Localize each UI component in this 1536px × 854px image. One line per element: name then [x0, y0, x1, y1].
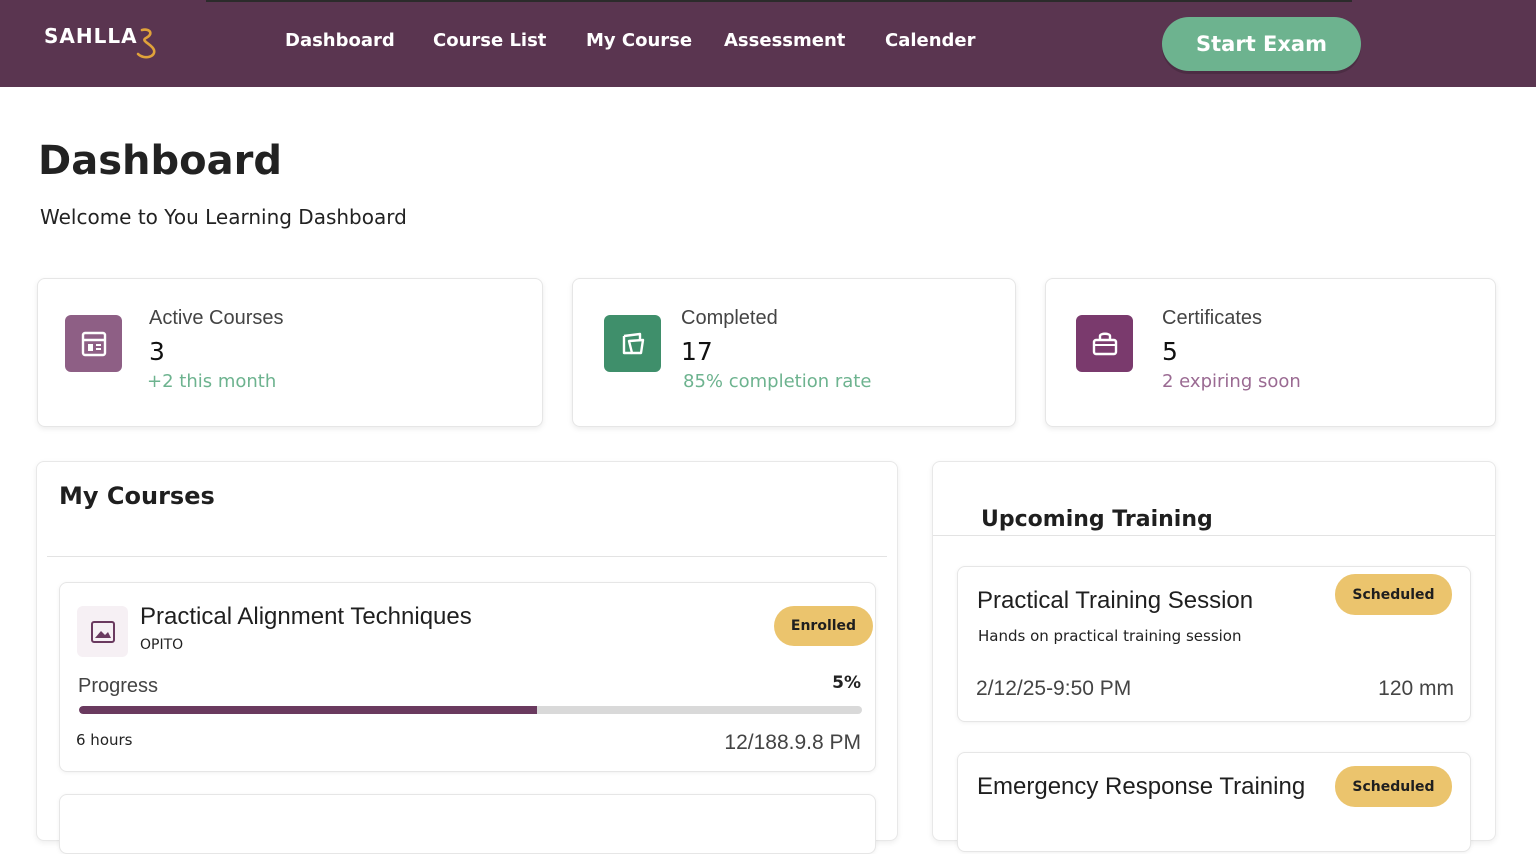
stat-sub: 85% completion rate	[683, 371, 872, 392]
nav-assessment[interactable]: Assessment	[724, 30, 845, 51]
progress-bar	[79, 706, 862, 714]
stat-value: 5	[1162, 337, 1178, 366]
stat-card-completed[interactable]: Completed 17 85% completion rate	[572, 278, 1016, 427]
course-provider: OPITO	[140, 637, 184, 653]
nav-dashboard[interactable]: Dashboard	[285, 30, 395, 51]
book-check-icon	[604, 315, 661, 372]
training-title[interactable]: Emergency Response Training	[977, 773, 1305, 801]
course-duration: 6 hours	[76, 731, 133, 749]
upcoming-training-panel: Upcoming Training Practical Training Ses…	[932, 461, 1496, 852]
calendar-icon	[65, 315, 122, 372]
top-navbar: SAHLLA Dashboard Course List My Course A…	[0, 0, 1536, 87]
page-title: Dashboard	[38, 138, 282, 184]
progress-percent: 5%	[832, 673, 861, 693]
training-title[interactable]: Practical Training Session	[977, 587, 1253, 615]
start-exam-button[interactable]: Start Exam	[1162, 17, 1361, 71]
stat-sub: 2 expiring soon	[1162, 371, 1301, 392]
training-card[interactable]: Emergency Response Training Scheduled	[957, 752, 1471, 852]
training-duration: 120 mm	[1378, 677, 1454, 700]
stat-label: Certificates	[1162, 307, 1263, 329]
stat-label: Active Courses	[149, 307, 284, 329]
nav-my-course[interactable]: My Course	[586, 30, 692, 51]
stat-card-certificates[interactable]: Certificates 5 2 expiring soon	[1045, 278, 1496, 427]
brand-logo[interactable]: SAHLLA	[44, 24, 158, 64]
nav-calender[interactable]: Calender	[885, 30, 976, 51]
course-date: 12/188.9.8 PM	[724, 731, 861, 754]
bag-icon	[1076, 315, 1133, 372]
training-description: Hands on practical training session	[978, 627, 1242, 645]
panel-divider	[933, 535, 1495, 536]
logo-text: SAHLLA	[44, 24, 138, 48]
upcoming-training-title: Upcoming Training	[981, 507, 1213, 532]
status-badge: Scheduled	[1335, 574, 1452, 615]
page-subtitle: Welcome to You Learning Dashboard	[40, 205, 407, 229]
training-card[interactable]: Practical Training Session Hands on prac…	[957, 566, 1471, 722]
stat-value: 17	[681, 337, 713, 366]
stat-label: Completed	[681, 307, 778, 329]
stat-value: 3	[149, 337, 165, 366]
image-icon	[77, 606, 128, 657]
training-datetime: 2/12/25-9:50 PM	[976, 677, 1132, 700]
course-title[interactable]: Practical Alignment Techniques	[140, 603, 472, 631]
status-badge: Enrolled	[774, 606, 873, 646]
panel-divider	[47, 556, 887, 557]
stat-card-active-courses[interactable]: Active Courses 3 +2 this month	[37, 278, 543, 427]
progress-label: Progress	[78, 675, 159, 697]
logo-swoosh-icon	[136, 28, 156, 59]
course-card[interactable]: Practical Alignment Techniques OPITO Enr…	[59, 582, 876, 772]
my-courses-title: My Courses	[59, 482, 215, 510]
top-border-line	[206, 0, 1352, 2]
course-card[interactable]	[59, 794, 876, 854]
status-badge: Scheduled	[1335, 766, 1452, 807]
nav-course-list[interactable]: Course List	[433, 30, 546, 51]
my-courses-panel: My Courses Practical Alignment Technique…	[36, 461, 898, 854]
stat-sub: +2 this month	[147, 371, 277, 392]
progress-bar-fill	[79, 706, 538, 714]
